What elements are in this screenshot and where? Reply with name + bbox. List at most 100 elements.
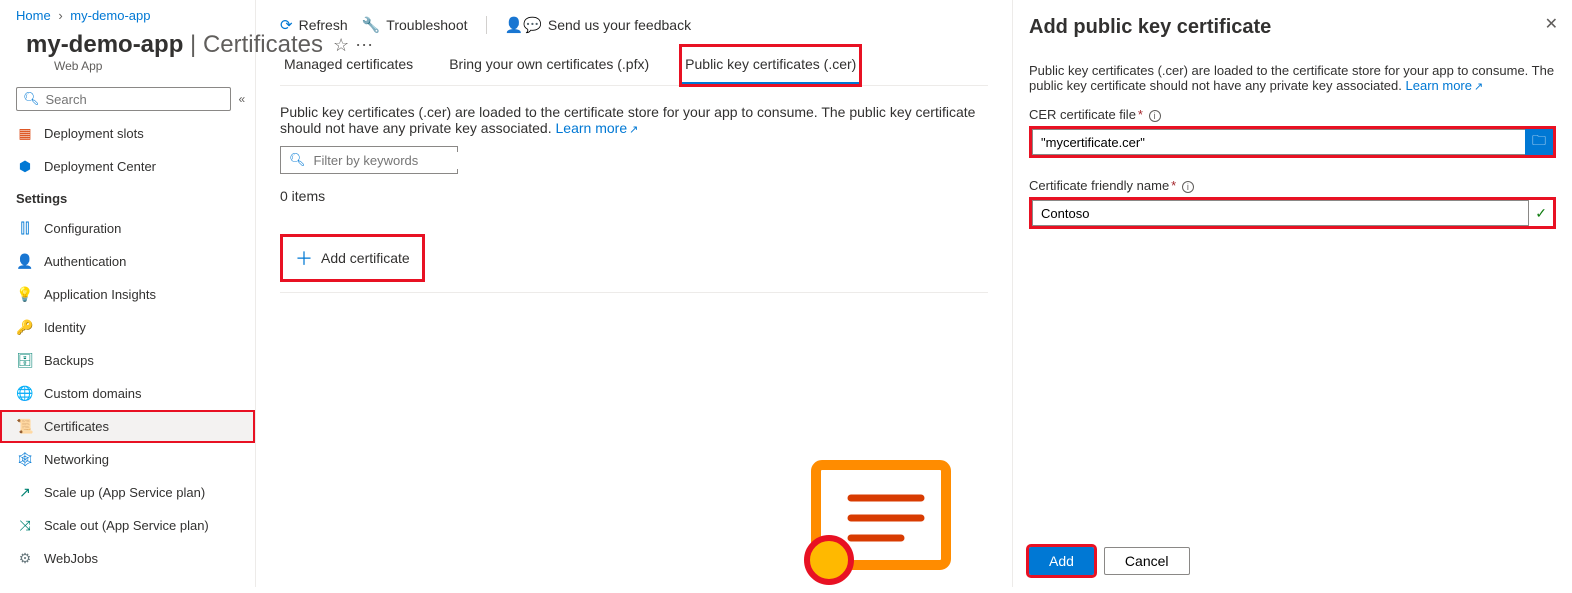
panel-learn-more-link[interactable]: Learn more↗ [1406, 78, 1484, 93]
sidebar-item-label: Backups [44, 353, 94, 368]
identity-icon: 🔑 [16, 319, 34, 336]
feedback-label: Send us your feedback [548, 17, 691, 33]
scale-up-icon: ↗ [16, 484, 34, 501]
cert-tabs: Managed certificates Bring your own cert… [280, 46, 988, 86]
scale-out-icon: ⤨ [16, 517, 34, 534]
authentication-icon: 👤 [16, 253, 34, 270]
page-title-row: my-demo-app | Certificates ☆ ⋯ [0, 27, 255, 59]
tab-bring-own-certs[interactable]: Bring your own certificates (.pfx) [445, 46, 653, 85]
name-field-label: Certificate friendly name* i [1029, 178, 1556, 193]
app-insights-icon: 💡 [16, 286, 34, 303]
panel-intro: Public key certificates (.cer) are loade… [1029, 63, 1556, 93]
sidebar-item-label: Configuration [44, 221, 121, 236]
toolbar-divider [486, 16, 487, 34]
sidebar-item-label: Certificates [44, 419, 109, 434]
search-icon: 🔍︎ [23, 91, 40, 107]
friendly-name-input[interactable] [1032, 200, 1529, 226]
breadcrumb-home[interactable]: Home [16, 8, 51, 23]
refresh-button[interactable]: ⟳ Refresh [280, 16, 348, 34]
certificates-icon: 📜 [16, 418, 34, 435]
sidebar-item-certificates[interactable]: 📜 Certificates [0, 410, 255, 443]
sidebar-search-input[interactable] [44, 91, 224, 108]
info-icon[interactable]: i [1149, 110, 1161, 122]
sidebar-item-label: Deployment slots [44, 126, 144, 141]
command-bar: ⟳ Refresh 🔧 Troubleshoot 👤💬 Send us your… [280, 10, 1012, 40]
refresh-label: Refresh [299, 17, 348, 33]
custom-domains-icon: 🌐 [16, 385, 34, 402]
configuration-icon: ⫿⫿ [16, 220, 34, 237]
troubleshoot-label: Troubleshoot [386, 17, 467, 33]
sidebar-item-label: Authentication [44, 254, 126, 269]
refresh-icon: ⟳ [280, 16, 293, 34]
sidebar-item-identity[interactable]: 🔑 Identity [0, 311, 255, 344]
breadcrumb-resource[interactable]: my-demo-app [70, 8, 150, 23]
feedback-icon: 👤💬 [505, 16, 542, 34]
plus-icon: ＋ [295, 245, 313, 271]
sidebar-item-label: Custom domains [44, 386, 142, 401]
valid-check-icon: ✓ [1535, 205, 1547, 222]
sidebar-nav: ▦ Deployment slots ⬢ Deployment Center S… [0, 117, 255, 587]
items-count: 0 items [280, 188, 1012, 204]
sidebar-item-label: Application Insights [44, 287, 156, 302]
external-link-icon: ↗ [629, 124, 638, 136]
deployment-slots-icon: ▦ [16, 125, 34, 142]
panel-add-button[interactable]: Add [1029, 547, 1094, 575]
breadcrumb-sep: › [58, 8, 62, 23]
sidebar-item-label: Identity [44, 320, 86, 335]
add-certificate-button[interactable]: ＋ Add certificate [280, 234, 425, 282]
sidebar-item-label: WebJobs [44, 551, 98, 566]
sidebar-item-authentication[interactable]: 👤 Authentication [0, 245, 255, 278]
tab-managed-certs[interactable]: Managed certificates [280, 46, 417, 85]
filter-input[interactable] [312, 152, 492, 169]
search-icon: 🔍︎ [289, 152, 306, 168]
file-field-label: CER certificate file* i [1029, 107, 1556, 122]
section-divider [280, 292, 988, 293]
breadcrumb: Home › my-demo-app [0, 0, 255, 27]
certificate-illustration [801, 460, 951, 593]
backups-icon: 🗄 [16, 352, 34, 369]
sidebar-item-backups[interactable]: 🗄 Backups [0, 344, 255, 377]
panel-footer: Add Cancel [1029, 539, 1556, 575]
learn-more-link[interactable]: Learn more↗ [556, 120, 639, 136]
add-cert-panel: ✕ Add public key certificate Public key … [1012, 0, 1572, 587]
sidebar-heading-settings: Settings [0, 183, 255, 212]
browse-file-button[interactable]: 🗀 [1525, 129, 1553, 155]
close-panel-button[interactable]: ✕ [1545, 14, 1558, 34]
file-field-row: 🗀 [1029, 126, 1556, 158]
sidebar-item-networking[interactable]: 🕸 Networking [0, 443, 255, 476]
panel-cancel-button[interactable]: Cancel [1104, 547, 1190, 575]
resource-type-label: Web App [0, 59, 255, 81]
sidebar-item-webjobs[interactable]: ⚙ WebJobs [0, 542, 255, 575]
sidebar-item-configuration[interactable]: ⫿⫿ Configuration [0, 212, 255, 245]
sidebar-item-custom-domains[interactable]: 🌐 Custom domains [0, 377, 255, 410]
add-certificate-label: Add certificate [321, 250, 410, 266]
sidebar-item-label: Scale up (App Service plan) [44, 485, 205, 500]
sidebar-item-scale-up[interactable]: ↗ Scale up (App Service plan) [0, 476, 255, 509]
sidebar-item-label: Scale out (App Service plan) [44, 518, 209, 533]
tab-description: Public key certificates (.cer) are loade… [280, 104, 988, 136]
webjobs-icon: ⚙ [16, 550, 34, 567]
sidebar-item-deployment-slots[interactable]: ▦ Deployment slots [0, 117, 255, 150]
folder-icon: 🗀 [1532, 130, 1546, 154]
main-pane: ⟳ Refresh 🔧 Troubleshoot 👤💬 Send us your… [256, 0, 1012, 587]
tab-public-key-certs[interactable]: Public key certificates (.cer) [681, 46, 860, 85]
title-main: my-demo-app [26, 31, 183, 58]
sidebar-item-scale-out[interactable]: ⤨ Scale out (App Service plan) [0, 509, 255, 542]
deployment-center-icon: ⬢ [16, 158, 34, 175]
info-icon[interactable]: i [1182, 181, 1194, 193]
networking-icon: 🕸 [16, 451, 34, 468]
sidebar-item-deployment-center[interactable]: ⬢ Deployment Center [0, 150, 255, 183]
external-link-icon: ↗ [1474, 81, 1483, 93]
sidebar-item-label: Deployment Center [44, 159, 156, 174]
collapse-sidebar-icon[interactable]: « [239, 92, 246, 106]
cer-file-input[interactable] [1032, 129, 1525, 155]
sidebar-item-label: Networking [44, 452, 109, 467]
troubleshoot-button[interactable]: 🔧 Troubleshoot [362, 16, 468, 34]
feedback-button[interactable]: 👤💬 Send us your feedback [505, 16, 692, 34]
filter-box[interactable]: 🔍︎ [280, 146, 458, 174]
wrench-icon: 🔧 [362, 16, 381, 34]
panel-title: Add public key certificate [1029, 16, 1556, 39]
friendly-name-row: ✓ [1029, 197, 1556, 229]
sidebar-search[interactable]: 🔍︎ [16, 87, 231, 111]
sidebar-item-app-insights[interactable]: 💡 Application Insights [0, 278, 255, 311]
